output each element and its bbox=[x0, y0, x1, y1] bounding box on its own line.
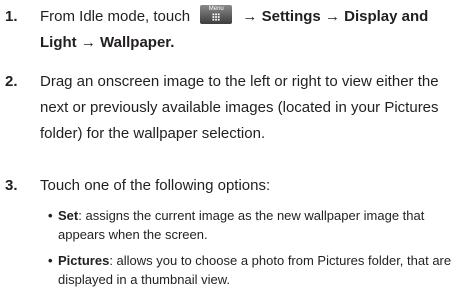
option-description: : allows you to choose a photo from Pict… bbox=[58, 253, 452, 287]
arrow-icon: → bbox=[324, 8, 340, 25]
arrow-icon: → bbox=[242, 8, 258, 25]
bullet-icon: • bbox=[48, 208, 53, 223]
option-description: : assigns the current image as the new w… bbox=[58, 208, 425, 242]
step-number: 1. bbox=[5, 8, 18, 25]
bullet-icon: • bbox=[48, 253, 53, 268]
option-pictures: • Pictures: allows you to choose a photo… bbox=[48, 251, 456, 289]
manual-page: 1. From Idle mode, touch Menu → Settings… bbox=[0, 0, 461, 298]
path-wallpaper: Wallpaper. bbox=[100, 34, 175, 51]
arrow-icon: → bbox=[80, 34, 96, 51]
menu-key-icon: Menu bbox=[200, 5, 233, 24]
step-1-text: From Idle mode, touch Menu → Settings → … bbox=[40, 4, 456, 56]
options-list: • Set: assigns the current image as the … bbox=[48, 206, 456, 296]
step-number: 3. bbox=[5, 177, 18, 194]
option-set: • Set: assigns the current image as the … bbox=[48, 206, 456, 244]
step-3-text: Touch one of the following options: bbox=[40, 177, 271, 194]
step-1-prefix: From Idle mode, touch bbox=[40, 8, 191, 25]
menu-key-label: Menu bbox=[208, 6, 224, 12]
option-term: Pictures bbox=[58, 253, 110, 268]
menu-grid-icon bbox=[212, 13, 221, 21]
path-settings: Settings bbox=[261, 8, 321, 25]
step-number: 2. bbox=[5, 73, 18, 90]
step-2-text: Drag an onscreen image to the left or ri… bbox=[40, 73, 439, 142]
option-term: Set bbox=[58, 208, 79, 223]
